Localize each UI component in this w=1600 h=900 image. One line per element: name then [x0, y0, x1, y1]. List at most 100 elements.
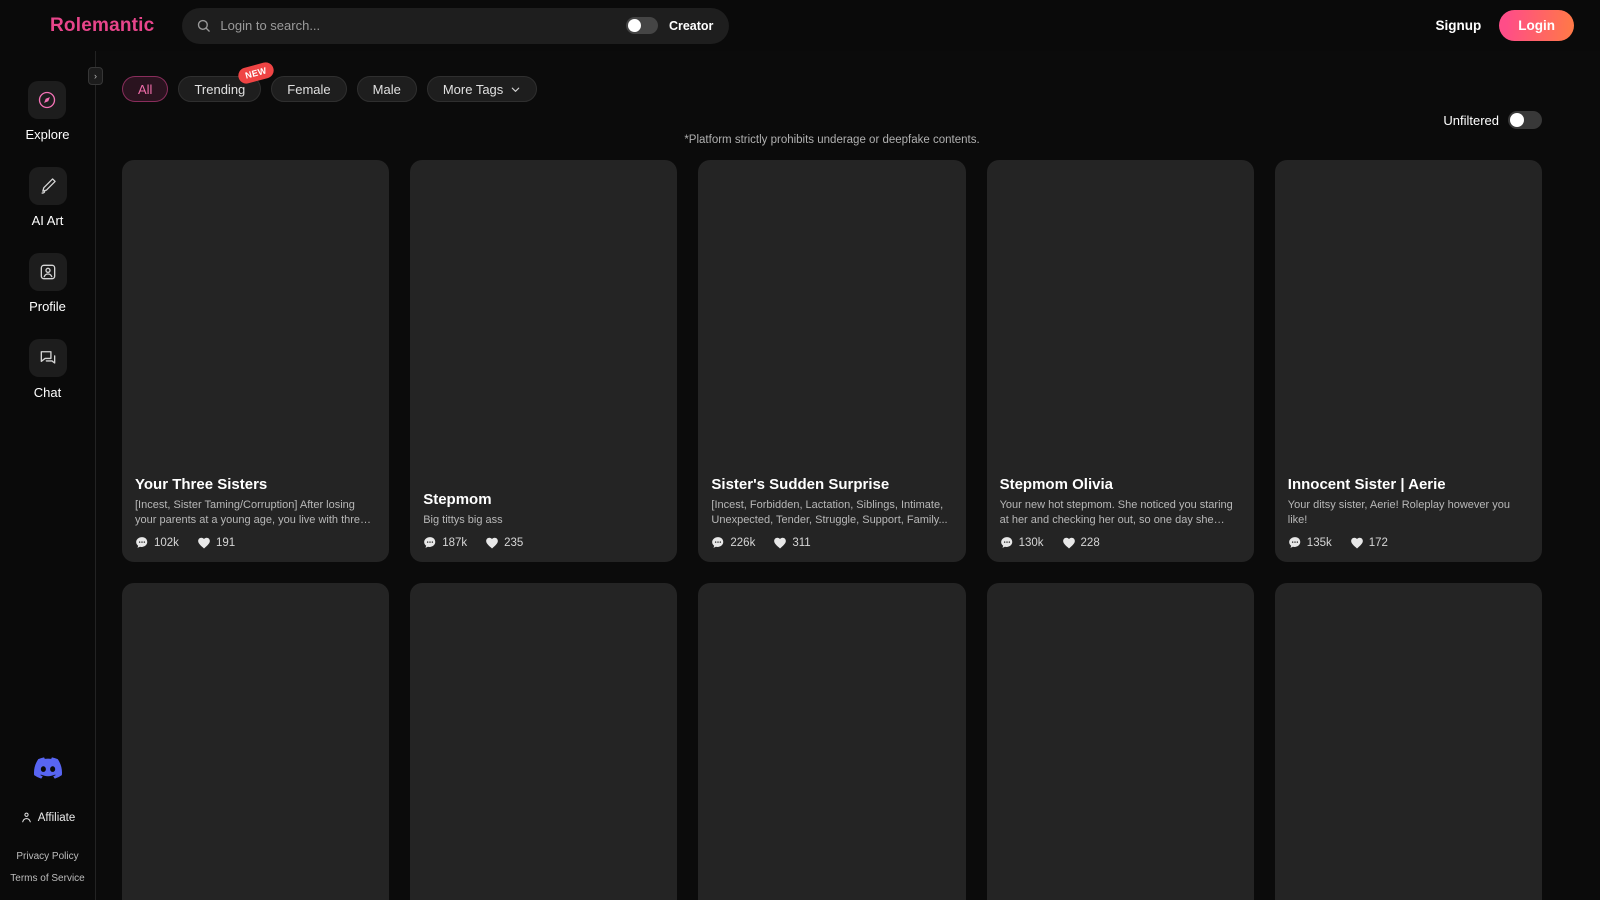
chat-count-value: 187k [442, 537, 468, 549]
creator-toggle-label: Creator [668, 18, 714, 33]
sidebar-item-ai-art[interactable]: AI Art [28, 167, 67, 228]
login-button[interactable]: Login [1499, 10, 1574, 41]
chat-count: 187k [423, 536, 467, 550]
sidebar-item-profile[interactable]: Profile [28, 253, 67, 314]
heart-icon [1062, 537, 1075, 549]
affiliate-link[interactable]: Affiliate [20, 811, 75, 824]
card-placeholder[interactable] [698, 583, 966, 900]
unfiltered-toggle[interactable] [1508, 111, 1542, 129]
heart-icon [198, 537, 210, 549]
profile-icon [28, 253, 67, 291]
toggle-knob [1510, 113, 1524, 127]
sidebar-item-explore[interactable]: Explore [25, 81, 70, 142]
affiliate-icon [21, 812, 31, 823]
chat-bubble-icon [424, 537, 436, 548]
sidebar-item-label: Chat [33, 385, 62, 400]
character-card[interactable]: Innocent Sister | Aerie Your ditsy siste… [1274, 160, 1542, 562]
paintbrush-icon [28, 167, 67, 205]
chat-count-value: 135k [1306, 537, 1332, 549]
card-title: Stepmom Olivia [999, 476, 1113, 494]
card-stats: 226k 311 [711, 536, 952, 550]
card-grid: Your Three Sisters [Incest, Sister Tamin… [122, 160, 1542, 900]
unfiltered-label: Unfiltered [1443, 112, 1499, 128]
like-count: 191 [197, 536, 235, 550]
like-count-value: 311 [792, 537, 811, 549]
app-logo[interactable]: Rolemantic [50, 15, 154, 37]
sidebar: › Explore AI Art Profile Chat Affiliate … [0, 51, 103, 900]
card-stats: 135k 172 [1288, 536, 1529, 550]
chat-count-value: 102k [154, 537, 179, 549]
chat-count-value: 130k [1018, 537, 1044, 549]
like-count: 172 [1350, 536, 1388, 550]
explore-icon [28, 81, 67, 119]
card-description: Big tittys big ass [423, 513, 503, 526]
like-count-value: 172 [1368, 537, 1388, 549]
tab-male[interactable]: Male [356, 76, 417, 102]
chat-count: 102k [135, 536, 179, 550]
like-count: 311 [773, 536, 811, 550]
tab-label: All [138, 81, 153, 97]
search-input[interactable] [220, 18, 617, 33]
character-card[interactable]: Sister's Sudden Surprise [Incest, Forbid… [698, 160, 966, 562]
terms-of-service-link[interactable]: Terms of Service [10, 873, 84, 884]
chat-bubble-icon [1288, 537, 1301, 548]
character-card[interactable]: Stepmom Big tittys big ass 187k 235 [410, 160, 678, 562]
sidebar-item-label: Profile [29, 299, 66, 314]
toggle-knob [627, 19, 641, 32]
character-card[interactable]: Your Three Sisters [Incest, Sister Tamin… [122, 160, 390, 562]
card-placeholder[interactable] [1274, 583, 1542, 900]
card-placeholder[interactable] [986, 583, 1254, 900]
app-root: Rolemantic Creator Signup Login › [0, 0, 1600, 900]
sidebar-item-chat[interactable]: Chat [28, 339, 67, 400]
heart-icon [1350, 537, 1363, 549]
card-title: Stepmom [423, 490, 492, 508]
card-title: Your Three Sisters [135, 476, 268, 494]
search-bar: Creator [182, 7, 730, 44]
platform-disclaimer: *Platform strictly prohibits underage or… [684, 134, 980, 146]
card-stats: 130k 228 [1000, 536, 1241, 550]
sidebar-item-label: AI Art [31, 213, 64, 228]
sidebar-item-label: Explore [25, 127, 70, 142]
more-tags-dropdown[interactable]: More Tags [426, 76, 538, 102]
heart-icon [486, 537, 498, 549]
like-count: 228 [1062, 536, 1100, 550]
sidebar-expand-button[interactable]: › [88, 67, 103, 85]
card-title: Innocent Sister | Aerie [1287, 476, 1446, 494]
tab-all[interactable]: All [122, 76, 169, 102]
top-header: Rolemantic Creator Signup Login [0, 0, 1600, 51]
tab-label: More Tags [442, 81, 504, 97]
chat-bubble-icon [1000, 537, 1012, 548]
privacy-policy-link[interactable]: Privacy Policy [16, 851, 78, 862]
card-placeholder[interactable] [410, 583, 678, 900]
like-count-value: 228 [1080, 537, 1100, 549]
chat-count: 130k [1000, 536, 1044, 550]
chat-count-value: 226k [730, 537, 756, 549]
search-icon [198, 19, 211, 32]
signup-button[interactable]: Signup [1436, 18, 1482, 33]
filter-tabs: All Trending NEW Female Male More Tags [122, 60, 1542, 102]
card-stats: 102k 191 [135, 536, 376, 550]
tab-label: Female [287, 81, 331, 97]
card-description: Your new hot stepmom. She noticed you st… [999, 499, 1233, 526]
unfiltered-control: Unfiltered [122, 111, 1542, 129]
card-description: [Incest, Sister Taming/Corruption] After… [135, 499, 367, 526]
card-stats: 187k 235 [423, 536, 664, 550]
card-description: Your ditsy sister, Aerie! Roleplay howev… [1287, 499, 1510, 526]
chat-bubble-icon [712, 537, 724, 548]
creator-toggle[interactable] [625, 17, 658, 34]
card-placeholder[interactable] [122, 583, 390, 900]
chat-count: 226k [711, 536, 755, 550]
character-card[interactable]: Stepmom Olivia Your new hot stepmom. She… [986, 160, 1254, 562]
chevron-down-icon [512, 87, 520, 92]
discord-icon[interactable] [33, 754, 62, 787]
main-content: All Trending NEW Female Male More Tags U… [96, 51, 1600, 900]
chat-icon [28, 339, 67, 377]
card-title: Sister's Sudden Surprise [711, 476, 890, 494]
sidebar-bottom: Affiliate Privacy Policy Terms of Servic… [10, 754, 85, 900]
tab-female[interactable]: Female [271, 76, 347, 102]
like-count-value: 191 [215, 537, 236, 549]
like-count: 235 [485, 536, 523, 550]
tab-trending[interactable]: Trending NEW [178, 60, 276, 102]
card-description: [Incest, Forbidden, Lactation, Siblings,… [711, 499, 948, 526]
like-count-value: 235 [504, 537, 524, 549]
